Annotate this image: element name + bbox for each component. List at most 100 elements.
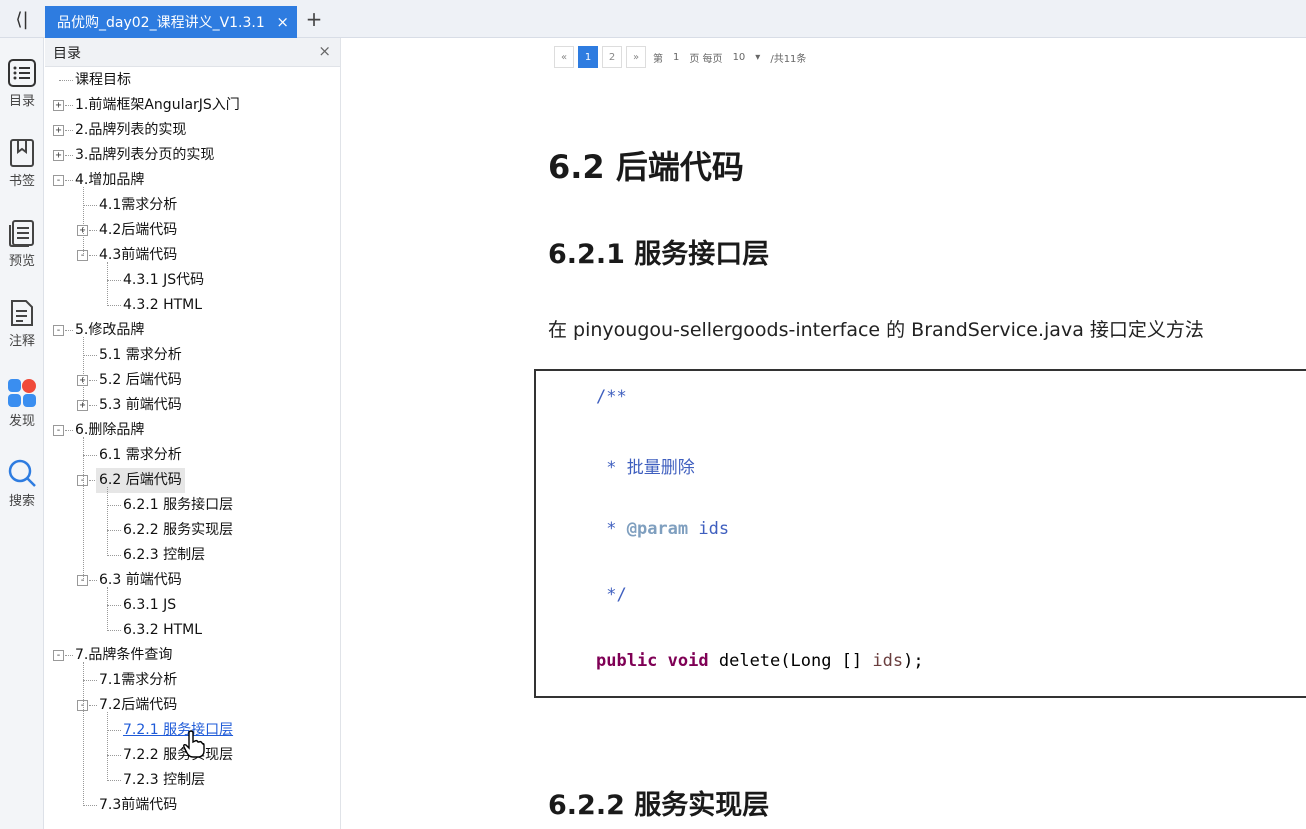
rail-item-annotation[interactable]: 注释 xyxy=(0,298,44,368)
toc-item[interactable]: -6.2 后端代码 xyxy=(45,468,340,493)
toc-item[interactable]: 课程目标 xyxy=(45,68,340,93)
toc-item[interactable]: 6.3.1 JS xyxy=(45,593,340,618)
toc-item[interactable]: -6.删除品牌 xyxy=(45,418,340,443)
page-button[interactable]: 1 xyxy=(578,46,598,68)
tree-connector xyxy=(89,380,97,381)
tab-close-icon[interactable]: × xyxy=(276,13,289,31)
collapse-icon[interactable]: - xyxy=(53,325,64,336)
page-button[interactable]: 2 xyxy=(602,46,622,68)
tree-guide xyxy=(83,187,84,256)
rail-label: 书签 xyxy=(8,174,35,189)
toc-close-icon[interactable]: × xyxy=(318,42,331,60)
tree-guide xyxy=(83,437,84,581)
code-line: public void delete(Long [] ids); xyxy=(596,651,924,671)
toc-item[interactable]: -5.修改品牌 xyxy=(45,318,340,343)
toc-item[interactable]: +2.品牌列表的实现 xyxy=(45,118,340,143)
tree-guide xyxy=(107,262,108,306)
toc-item-label: 2.品牌列表的实现 xyxy=(75,122,187,138)
tree-guide xyxy=(107,587,108,631)
toc-item[interactable]: 7.2.3 控制层 xyxy=(45,768,340,793)
toc-item[interactable]: 4.3.2 HTML xyxy=(45,293,340,318)
document-view: « 1 2 » 第 1 页 每页 10 ▾ /共11条 6.2 后端代码 6.2… xyxy=(342,38,1306,829)
toc-item[interactable]: +1.前端框架AngularJS入门 xyxy=(45,93,340,118)
toc-panel: 目录 × 课程目标 +1.前端框架AngularJS入门 +2.品牌列表的实现 +3.… xyxy=(45,38,341,829)
tree-guide xyxy=(83,662,84,806)
toc-item-label: 7.2后端代码 xyxy=(99,697,178,713)
tree-connector xyxy=(83,205,97,206)
rail-item-discover[interactable]: 发现 xyxy=(0,378,44,448)
chevron-down-icon[interactable]: ▾ xyxy=(752,52,763,63)
toc-item[interactable]: -4.增加品牌 xyxy=(45,168,340,193)
tab-title: 品优购_day02_课程讲义_V1.3.1 xyxy=(57,15,265,31)
toc-item-label: 7.3前端代码 xyxy=(99,797,178,813)
toc-item[interactable]: -7.品牌条件查询 xyxy=(45,643,340,668)
tree-connector xyxy=(83,680,97,681)
code-line: /** xyxy=(596,387,627,407)
toc-item[interactable]: 4.1需求分析 xyxy=(45,193,340,218)
toc-item[interactable]: +3.品牌列表分页的实现 xyxy=(45,143,340,168)
toc-item-label: 5.修改品牌 xyxy=(75,322,145,338)
toc-item[interactable]: +5.2 后端代码 xyxy=(45,368,340,393)
tree-connector xyxy=(89,405,97,406)
toc-title: 目录 xyxy=(53,46,81,62)
new-tab-button[interactable]: + xyxy=(302,7,326,31)
toc-item-label: 6.1 需求分析 xyxy=(99,447,182,463)
code-token: void xyxy=(667,651,709,671)
pagination: « 1 2 » 第 1 页 每页 10 ▾ /共11条 xyxy=(554,46,809,68)
tree-guide xyxy=(83,337,84,406)
collapse-icon[interactable]: - xyxy=(53,175,64,186)
subsection-heading: 6.2.1 服务接口层 xyxy=(548,239,770,270)
code-token: public xyxy=(596,651,658,671)
toc-item[interactable]: 5.1 需求分析 xyxy=(45,343,340,368)
page-suffix: 页 每页 xyxy=(689,53,723,65)
tree-connector xyxy=(107,630,121,631)
toc-item[interactable]: +5.3 前端代码 xyxy=(45,393,340,418)
collapse-sidebar-icon[interactable]: ⟨| xyxy=(0,0,44,38)
tree-connector xyxy=(89,255,97,256)
collapse-icon[interactable]: - xyxy=(53,425,64,436)
toc-item[interactable]: 7.3前端代码 xyxy=(45,793,340,818)
rail-item-toc[interactable]: 目录 xyxy=(0,58,44,128)
list-icon xyxy=(7,58,37,88)
rail-label: 发现 xyxy=(8,414,35,429)
toc-item-label: 6.3.1 JS xyxy=(123,597,177,613)
rail-item-preview[interactable]: 预览 xyxy=(0,218,44,288)
toc-item[interactable]: 6.2.1 服务接口层 xyxy=(45,493,340,518)
tree-connector xyxy=(107,730,121,731)
rail-item-search[interactable]: 搜索 xyxy=(0,458,44,528)
toc-item[interactable]: 6.3.2 HTML xyxy=(45,618,340,643)
tree-connector xyxy=(107,780,121,781)
per-page-select[interactable]: 10 xyxy=(730,52,749,63)
toc-item[interactable]: 4.3.1 JS代码 xyxy=(45,268,340,293)
tree-connector xyxy=(65,330,73,331)
tree-connector xyxy=(107,280,121,281)
prev-page-button[interactable]: « xyxy=(554,46,574,68)
toc-item[interactable]: 7.1需求分析 xyxy=(45,668,340,693)
tree-connector xyxy=(89,705,97,706)
tree-guide xyxy=(107,487,108,556)
toc-item[interactable]: -6.3 前端代码 xyxy=(45,568,340,593)
tree-connector xyxy=(83,355,97,356)
code-token: * xyxy=(596,519,627,539)
search-icon xyxy=(7,458,37,488)
toc-item[interactable]: 6.2.2 服务实现层 xyxy=(45,518,340,543)
toc-item-label: 5.3 前端代码 xyxy=(99,397,182,413)
expand-icon[interactable]: + xyxy=(53,150,64,161)
expand-icon[interactable]: + xyxy=(53,125,64,136)
toc-item[interactable]: 6.2.3 控制层 xyxy=(45,543,340,568)
expand-icon[interactable]: + xyxy=(53,100,64,111)
tree-connector xyxy=(107,755,121,756)
rail-item-bookmark[interactable]: 书签 xyxy=(0,138,44,208)
toc-item-label: 课程目标 xyxy=(75,72,131,88)
toc-list: 课程目标 +1.前端框架AngularJS入门 +2.品牌列表的实现 +3.品牌列表分… xyxy=(45,68,340,818)
page-number-input[interactable]: 1 xyxy=(670,52,682,63)
toc-item[interactable]: -4.3前端代码 xyxy=(45,243,340,268)
toc-item[interactable]: -7.2后端代码 xyxy=(45,693,340,718)
tree-connector xyxy=(65,655,73,656)
document-tab[interactable]: 品优购_day02_课程讲义_V1.3.1 × xyxy=(45,6,297,38)
tree-guide xyxy=(107,712,108,781)
next-page-button[interactable]: » xyxy=(626,46,646,68)
toc-item[interactable]: +4.2后端代码 xyxy=(45,218,340,243)
toc-item[interactable]: 6.1 需求分析 xyxy=(45,443,340,468)
collapse-icon[interactable]: - xyxy=(53,650,64,661)
